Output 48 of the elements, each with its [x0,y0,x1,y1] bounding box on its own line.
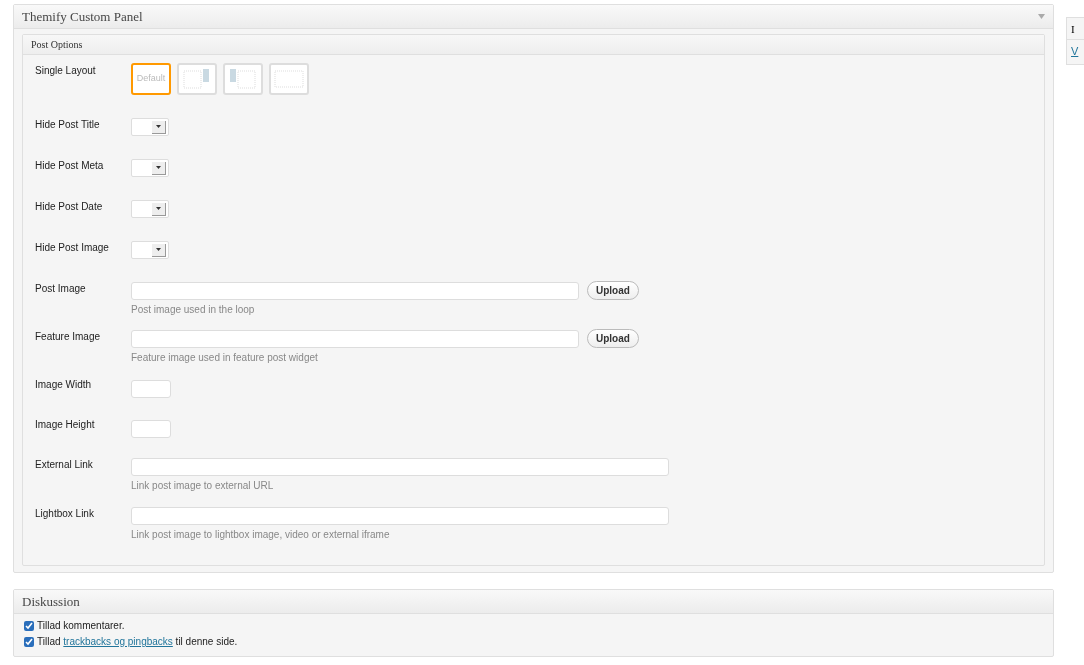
dropdown[interactable] [131,241,169,259]
field-label: Post Image [34,282,87,296]
checkbox-label: Tillad kommentarer. [37,619,125,633]
sidebar-left-layout-icon [229,69,257,89]
layout-option[interactable] [177,63,217,95]
collapse-arrow-icon[interactable] [1038,14,1045,19]
sidebar-right-layout-icon [183,69,211,89]
dropdown[interactable] [131,159,169,177]
layout-option[interactable] [223,63,263,95]
field-label: Feature Image [34,330,102,344]
input-field[interactable] [131,420,171,438]
checkbox[interactable] [24,620,34,631]
field-label: Hide Post Image [34,241,110,255]
panel-title: Themify Custom Panel [22,7,143,26]
input-field[interactable] [131,458,669,476]
input-field[interactable] [131,281,579,300]
field-label: External Link [34,458,94,472]
field-label: Hide Post Date [34,200,104,214]
dropdown-caret-icon [152,243,166,257]
dropdown-caret-icon [152,161,166,175]
upload-button[interactable]: Upload [587,329,639,348]
dropdown-caret-icon [152,202,166,216]
dropdown[interactable] [131,200,169,218]
layout-option[interactable] [269,63,309,95]
link[interactable]: trackbacks og pingbacks [63,636,173,647]
field-label: Single Layout [34,64,97,78]
field-label: Image Height [34,418,96,432]
input-field[interactable] [131,380,171,398]
help-text: Link post image to lightbox image, video or external iframe [131,528,391,542]
help-text: Feature image used in feature post widget [131,351,319,365]
panel-title: Diskussion [22,592,80,611]
input-field[interactable] [131,329,579,348]
link[interactable]: V [1067,40,1084,60]
layout-label: Default [136,72,166,86]
checkbox[interactable] [24,636,34,647]
field-label: Hide Post Title [34,118,101,132]
input-field[interactable] [131,507,669,525]
section-title: Post Options [31,38,83,52]
dropdown[interactable] [131,118,169,136]
help-text: Post image used in the loop [131,303,256,317]
field-label: Image Width [34,378,93,392]
field-label: Lightbox Link [34,507,95,521]
upload-button[interactable]: Upload [587,281,639,300]
field-label: Hide Post Meta [34,159,105,173]
side-box-title: I [1067,18,1084,40]
checkbox-label: Tillad trackbacks og pingbacks til denne side. [37,635,238,649]
dropdown-caret-icon [152,120,166,134]
help-text: Link post image to external URL [131,479,275,493]
